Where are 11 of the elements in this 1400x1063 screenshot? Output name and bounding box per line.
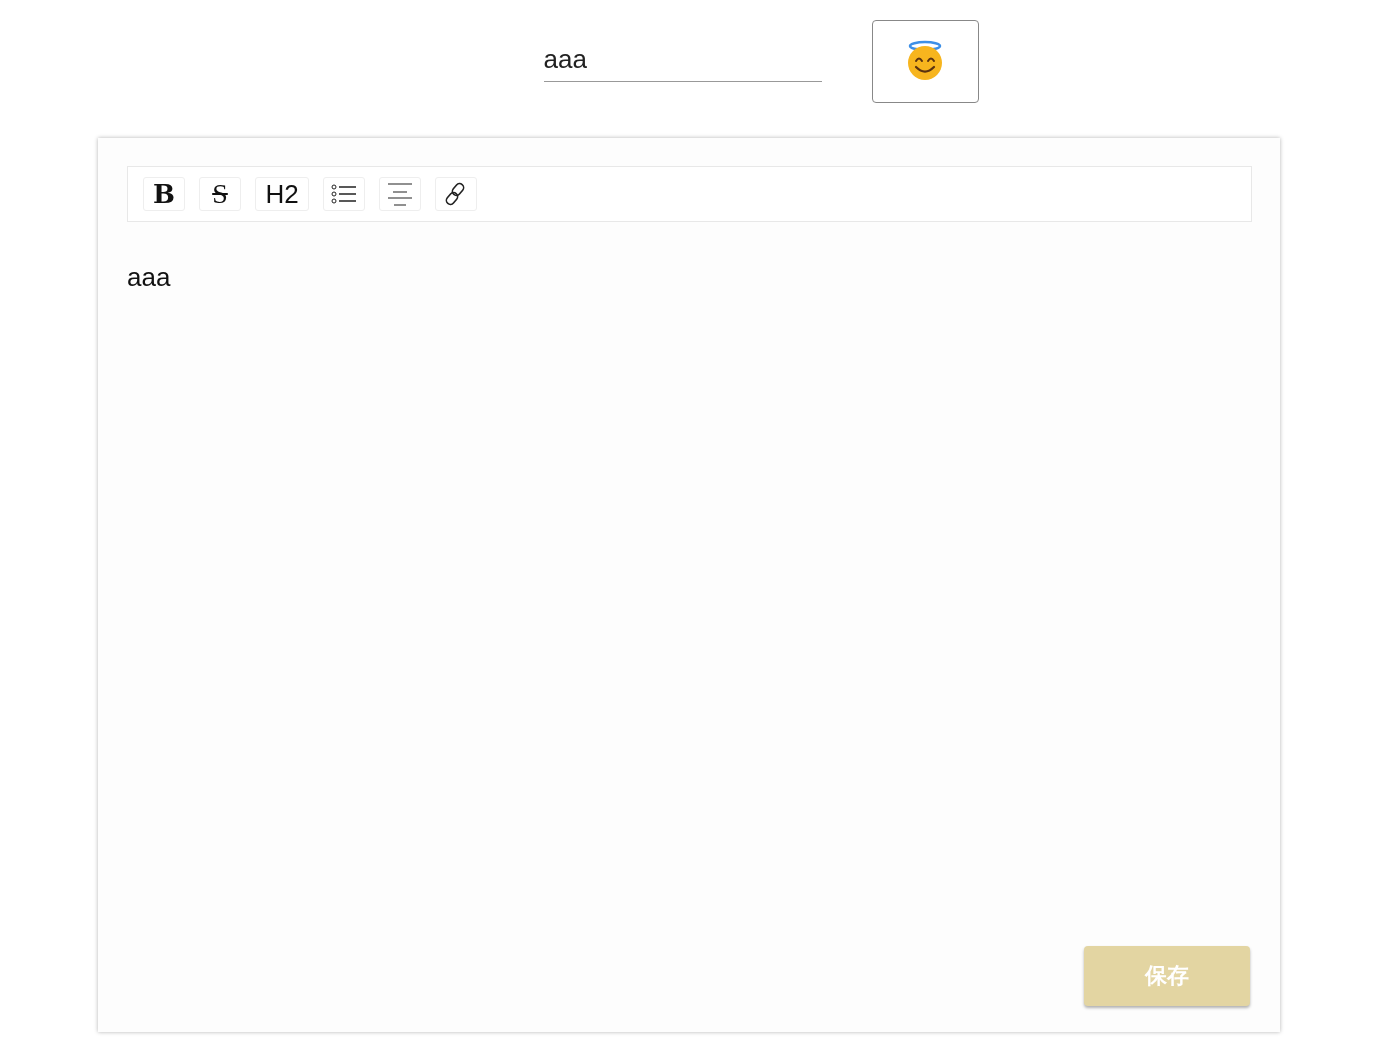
emoji-picker-button[interactable]	[871, 19, 979, 103]
editor-text[interactable]: aaa	[127, 222, 1252, 946]
strikethrough-button[interactable]: S	[199, 177, 241, 211]
heading-button[interactable]: H2	[255, 177, 309, 211]
bold-button[interactable]: B	[143, 177, 185, 211]
list-button[interactable]	[323, 177, 365, 211]
bullet-list-icon	[330, 182, 358, 206]
align-button[interactable]	[379, 177, 421, 211]
title-input-field[interactable]: aaa	[543, 40, 822, 82]
center-align-icon	[387, 181, 413, 207]
link-button[interactable]	[435, 177, 477, 211]
